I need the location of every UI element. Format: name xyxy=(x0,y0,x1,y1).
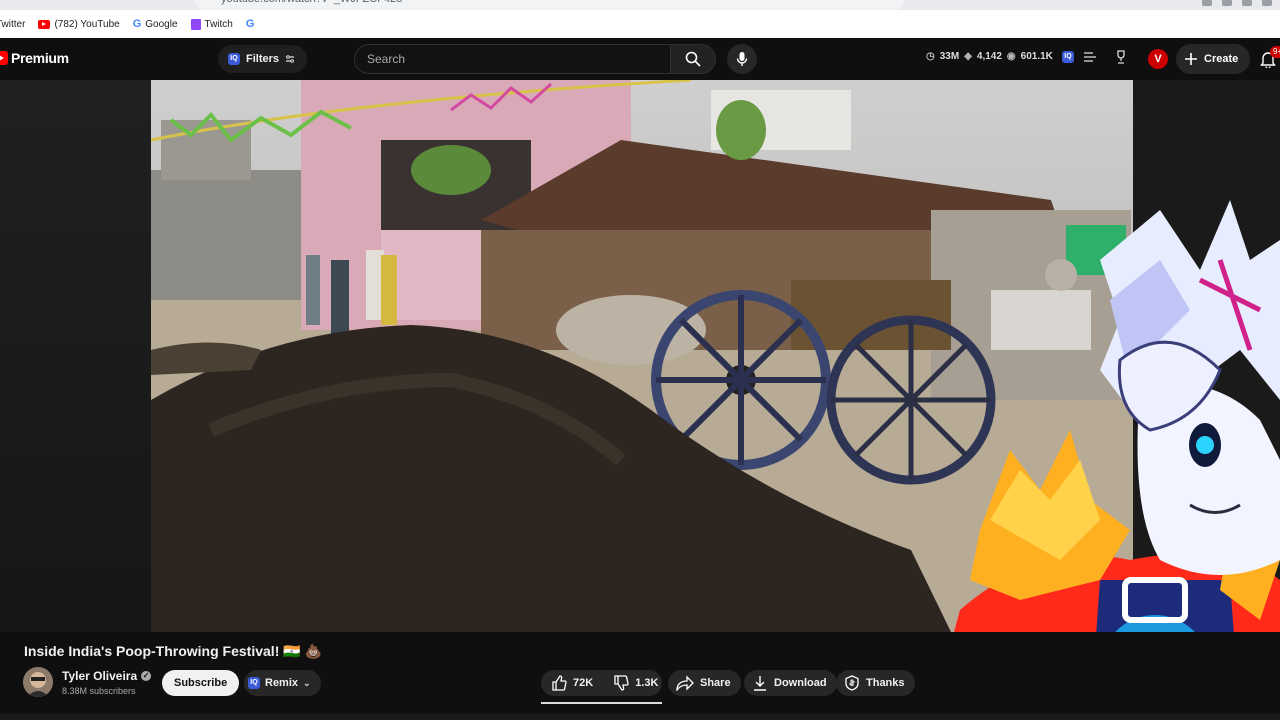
youtube-logo[interactable]: Premium xyxy=(0,50,69,66)
create-button[interactable]: Create xyxy=(1176,44,1251,74)
bottom-edge xyxy=(0,714,1280,720)
channel-name[interactable]: Tyler Oliveira ✓ xyxy=(62,669,152,683)
bookmark-label: Twitter xyxy=(0,18,26,30)
subscribe-button[interactable]: Subscribe xyxy=(162,670,240,696)
search-icon xyxy=(685,51,701,67)
channel-avatar-image xyxy=(23,667,53,697)
share-button[interactable]: Share xyxy=(668,670,741,696)
search-button[interactable] xyxy=(670,44,716,74)
thumbs-down-icon xyxy=(614,675,629,691)
sliders-icon xyxy=(286,55,295,63)
logo-text: Premium xyxy=(11,50,69,66)
like-progress-underline xyxy=(541,702,662,704)
dislike-button[interactable]: 1.3K xyxy=(603,670,668,696)
remix-button[interactable]: IQ Remix ⌄ xyxy=(244,670,321,696)
likes-stat: 601.1K xyxy=(1020,51,1053,62)
bookmark-google[interactable]: G Google xyxy=(133,18,178,30)
eye-icon: ◉ xyxy=(1006,51,1016,62)
youtube-icon xyxy=(38,19,51,29)
bookmark-label: Twitch xyxy=(204,18,233,30)
video-title: Inside India's Poop-Throwing Festival! 🇮… xyxy=(24,643,322,659)
extension-stats: ◷ 33M ◈ 4,142 ◉ 601.1K xyxy=(926,51,1053,62)
channel-name-text: Tyler Oliveira xyxy=(62,669,138,683)
download-button[interactable]: Download xyxy=(744,670,837,696)
list-icon[interactable] xyxy=(1084,52,1096,62)
clock-icon: ◷ xyxy=(926,51,935,62)
youtube-masthead: Premium IQ Filters Search ◷ 33M ◈ 4,142 ◉ 6… xyxy=(0,38,1280,80)
ambient-left xyxy=(0,80,151,632)
google-icon: G xyxy=(245,18,255,30)
comments-stat: 4,142 xyxy=(976,51,1002,62)
twitch-icon xyxy=(190,18,201,30)
views-stat: 33M xyxy=(939,51,960,62)
filters-button[interactable]: IQ Filters xyxy=(218,45,308,73)
bookmark-label: Google xyxy=(145,18,178,30)
thanks-label: Thanks xyxy=(866,677,905,689)
trophy-icon[interactable] xyxy=(1114,50,1128,64)
download-icon xyxy=(754,676,766,691)
bookmark-google-2[interactable]: G xyxy=(246,18,255,30)
extension-icons: IQ xyxy=(1062,50,1128,64)
microphone-icon xyxy=(736,52,748,66)
extension-iq-icon[interactable]: IQ xyxy=(1062,51,1074,63)
bookmark-twitch[interactable]: Twitch xyxy=(190,18,233,30)
remix-label: Remix xyxy=(265,677,299,689)
account-avatar[interactable]: V xyxy=(1148,49,1168,69)
download-label: Download xyxy=(774,677,827,689)
search-input[interactable]: Search xyxy=(354,44,670,74)
create-label: Create xyxy=(1204,53,1239,65)
share-icon xyxy=(676,675,694,691)
bookmark-youtube[interactable]: (782) YouTube xyxy=(38,18,120,30)
like-button[interactable]: 72K xyxy=(541,670,603,696)
youtube-logo-icon xyxy=(0,51,8,65)
plus-icon xyxy=(1185,53,1197,65)
browser-extension-icons[interactable] xyxy=(1202,0,1272,6)
filters-label: Filters xyxy=(246,53,280,65)
like-dislike-group: 72K 1.3K xyxy=(541,670,662,696)
subscriber-count: 8.38M subscribers xyxy=(62,686,136,696)
thumbs-up-icon xyxy=(552,675,567,691)
dislike-count: 1.3K xyxy=(635,677,659,689)
extension-iq-icon: IQ xyxy=(228,53,240,65)
thanks-button[interactable]: Thanks xyxy=(836,670,915,696)
browser-toolbar: youtube.com/watch?v=_WJFZCF428 xyxy=(0,0,1280,10)
notification-badge: 9+ xyxy=(1270,46,1280,58)
address-bar[interactable]: youtube.com/watch?v=_WJFZCF428 xyxy=(195,0,905,10)
voice-search-button[interactable] xyxy=(727,44,757,74)
google-icon: G xyxy=(132,18,142,30)
bookmark-label: (782) YouTube xyxy=(54,18,120,30)
chevron-down-icon: ⌄ xyxy=(303,677,311,688)
remix-icon: IQ xyxy=(248,677,260,689)
super-thanks-icon xyxy=(845,675,859,691)
verified-check-icon: ✓ xyxy=(141,671,152,681)
bookmark-twitter[interactable]: Twitter xyxy=(0,19,25,30)
channel-avatar[interactable] xyxy=(23,667,53,697)
comment-icon: ◈ xyxy=(964,51,972,62)
like-count: 72K xyxy=(573,677,594,689)
bookmarks-bar: Twitter (782) YouTube GGoogle Twitch G xyxy=(0,10,1280,38)
share-label: Share xyxy=(700,677,731,689)
